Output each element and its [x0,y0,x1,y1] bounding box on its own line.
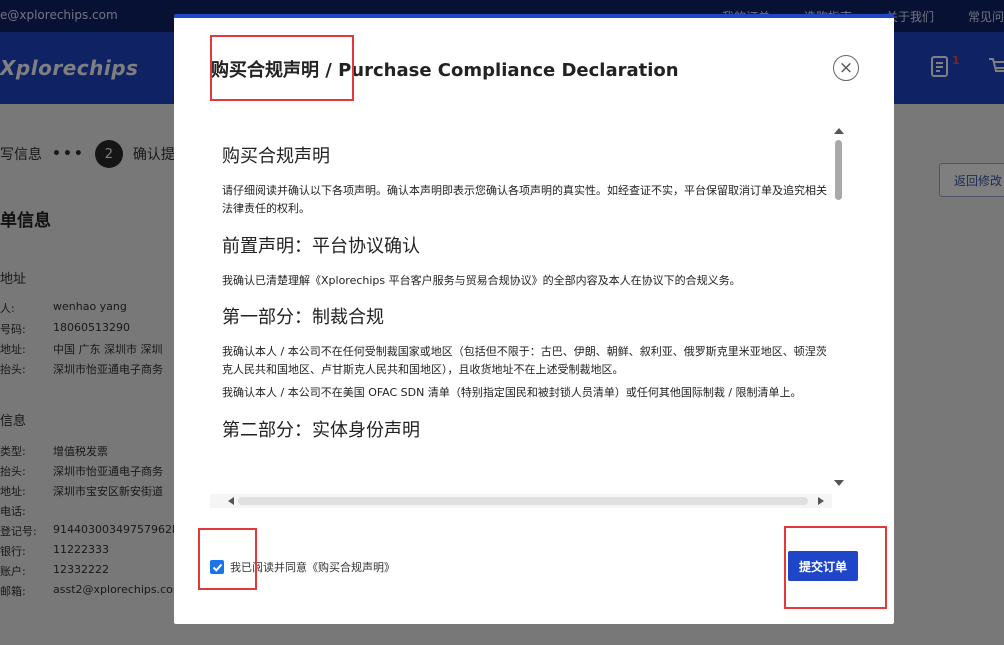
preamble-text: 我确认已清楚理解《Xplorechips 平台客户服务与贸易合规协议》的全部内容… [222,274,741,287]
part1-text-sdn: 我确认本人 / 本公司不在美国 OFAC SDN 清单（特别指定国民和被封锁人员… [222,386,802,399]
declaration-heading: 购买合规声明 [222,146,330,167]
highlight-box-submit [784,526,887,609]
scroll-left-arrow-icon[interactable] [228,497,234,505]
horizontal-scroll-thumb[interactable] [238,497,808,505]
close-icon[interactable]: × [833,55,859,81]
horizontal-scrollbar[interactable] [210,494,832,508]
scroll-up-arrow-icon[interactable] [834,128,844,134]
declaration-intro: 请仔细阅读并确认以下各项声明。确认本声明即表示您确认各项声明的真实性。如经查证不… [222,184,827,215]
scroll-right-arrow-icon[interactable] [818,497,824,505]
part2-title: 第二部分：实体身份声明 [222,420,420,441]
preamble-title: 前置声明：平台协议确认 [222,236,420,257]
vertical-scroll-thumb[interactable] [835,140,842,200]
part1-title: 第一部分：制裁合规 [222,307,384,328]
declaration-content: 购买合规声明 请仔细阅读并确认以下各项声明。确认本声明即表示您确认各项声明的真实… [222,124,827,492]
highlight-box-title [210,35,354,101]
part1-text-sanctions: 我确认本人 / 本公司不在任何受制裁国家或地区（包括但不限于：古巴、伊朗、朝鲜、… [222,345,827,376]
vertical-scrollbar[interactable] [832,124,846,492]
declaration-scroll-area[interactable]: 购买合规声明 请仔细阅读并确认以下各项声明。确认本声明即表示您确认各项声明的真实… [210,124,848,508]
scroll-down-arrow-icon[interactable] [834,480,844,486]
highlight-box-checkbox [198,528,257,590]
